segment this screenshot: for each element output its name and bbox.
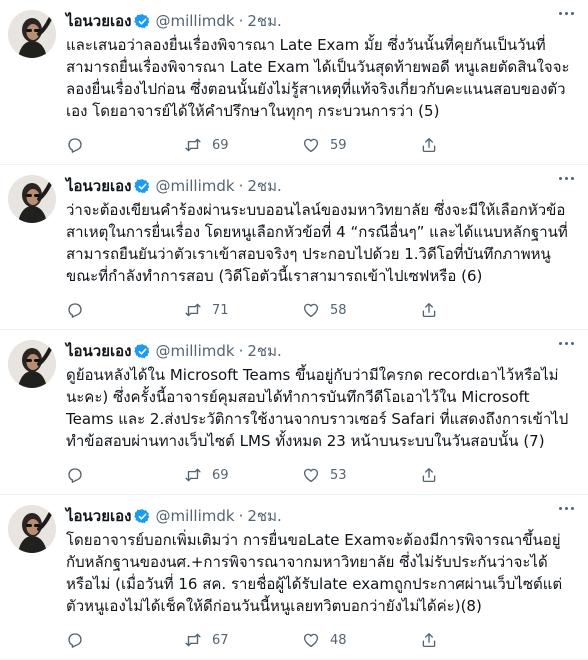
- tweet[interactable]: ไอนวยเอง @millimdk · 2ชม. ดูย้อนหลังได้ใ…: [0, 330, 588, 495]
- like-button[interactable]: 53: [302, 466, 420, 484]
- tweet[interactable]: ไอนวยเอง @millimdk · 2ชม. ว่าจะต้องเขียน…: [0, 165, 588, 330]
- reply-button[interactable]: [66, 466, 184, 484]
- display-name[interactable]: ไอนวยเอง: [66, 339, 131, 363]
- retweet-button[interactable]: 67: [184, 631, 302, 649]
- like-button[interactable]: 48: [302, 631, 420, 649]
- tweet[interactable]: ไอนวยเอง @millimdk · 2ชม. และเสนอว่าลองย…: [0, 0, 588, 165]
- reply-icon: [68, 468, 82, 483]
- user-handle[interactable]: @millimdk: [155, 177, 234, 195]
- like-count: 58: [330, 302, 347, 318]
- retweet-icon: [185, 633, 201, 647]
- share-icon: [422, 303, 436, 318]
- retweet-button[interactable]: 71: [184, 301, 302, 319]
- retweet-count: 67: [212, 632, 229, 648]
- retweet-icon: [185, 138, 201, 152]
- reply-button[interactable]: [66, 136, 184, 154]
- tweet-actions: 69 53: [66, 456, 574, 494]
- reply-icon: [68, 633, 82, 648]
- heart-icon: [303, 303, 319, 318]
- more-options-icon[interactable]: [559, 507, 574, 510]
- reply-button[interactable]: [66, 301, 184, 319]
- retweet-icon: [185, 468, 201, 482]
- user-handle[interactable]: @millimdk: [155, 12, 234, 30]
- tweet-timestamp[interactable]: 2ชม.: [247, 339, 281, 363]
- display-name[interactable]: ไอนวยเอง: [66, 174, 131, 198]
- separator-dot: ·: [238, 507, 244, 525]
- verified-badge-icon: [134, 13, 151, 30]
- verified-badge-icon: [134, 343, 151, 360]
- tweet[interactable]: ไอนวยเอง @millimdk · 2ชม. โดยอาจารย์บอกเ…: [0, 495, 588, 660]
- more-options-icon[interactable]: [559, 12, 574, 15]
- share-button[interactable]: [420, 301, 438, 319]
- tweet-timestamp[interactable]: 2ชม.: [247, 9, 281, 33]
- reply-icon: [68, 303, 82, 318]
- retweet-button[interactable]: 69: [184, 466, 302, 484]
- display-name[interactable]: ไอนวยเอง: [66, 504, 131, 528]
- reply-icon: [68, 138, 82, 153]
- profile-avatar[interactable]: [8, 505, 56, 553]
- retweet-count: 71: [212, 302, 229, 318]
- retweet-icon: [185, 303, 201, 317]
- separator-dot: ·: [238, 342, 244, 360]
- heart-icon: [303, 468, 319, 483]
- tweet-text: ว่าจะต้องเขียนคำร้องผ่านระบบออนไลน์ของมห…: [66, 201, 568, 285]
- profile-avatar[interactable]: [8, 175, 56, 223]
- profile-avatar[interactable]: [8, 10, 56, 58]
- tweet-text: โดยอาจารย์บอกเพิ่มเติมว่า การยื่นขอLate …: [66, 531, 563, 615]
- separator-dot: ·: [238, 177, 244, 195]
- like-count: 48: [330, 632, 347, 648]
- tweet-timestamp[interactable]: 2ชม.: [247, 174, 281, 198]
- heart-icon: [303, 138, 319, 153]
- profile-avatar[interactable]: [8, 340, 56, 388]
- separator-dot: ·: [238, 12, 244, 30]
- verified-badge-icon: [134, 508, 151, 525]
- share-icon: [422, 633, 436, 648]
- like-button[interactable]: 59: [302, 136, 420, 154]
- timeline: ไอนวยเอง @millimdk · 2ชม. และเสนอว่าลองย…: [0, 0, 588, 660]
- like-count: 59: [330, 137, 347, 153]
- retweet-button[interactable]: 69: [184, 136, 302, 154]
- retweet-count: 69: [212, 467, 229, 483]
- share-button[interactable]: [420, 631, 438, 649]
- reply-button[interactable]: [66, 631, 184, 649]
- tweet-actions: 69 59: [66, 126, 574, 164]
- share-icon: [422, 138, 436, 153]
- share-button[interactable]: [420, 136, 438, 154]
- tweet-text: ดูย้อนหลังได้ใน Microsoft Teams ขึ้นอยู่…: [66, 366, 569, 450]
- display-name[interactable]: ไอนวยเอง: [66, 9, 131, 33]
- user-handle[interactable]: @millimdk: [155, 342, 234, 360]
- like-button[interactable]: 58: [302, 301, 420, 319]
- heart-icon: [303, 633, 319, 648]
- more-options-icon[interactable]: [559, 177, 574, 180]
- like-count: 53: [330, 467, 347, 483]
- verified-badge-icon: [134, 178, 151, 195]
- more-options-icon[interactable]: [559, 342, 574, 345]
- share-button[interactable]: [420, 466, 438, 484]
- tweet-timestamp[interactable]: 2ชม.: [247, 504, 281, 528]
- share-icon: [422, 468, 436, 483]
- tweet-text: และเสนอว่าลองยื่นเรื่องพิจารณา Late Exam…: [66, 36, 570, 120]
- user-handle[interactable]: @millimdk: [155, 507, 234, 525]
- tweet-actions: 71 58: [66, 291, 574, 329]
- tweet-actions: 67 48: [66, 621, 574, 659]
- retweet-count: 69: [212, 137, 229, 153]
